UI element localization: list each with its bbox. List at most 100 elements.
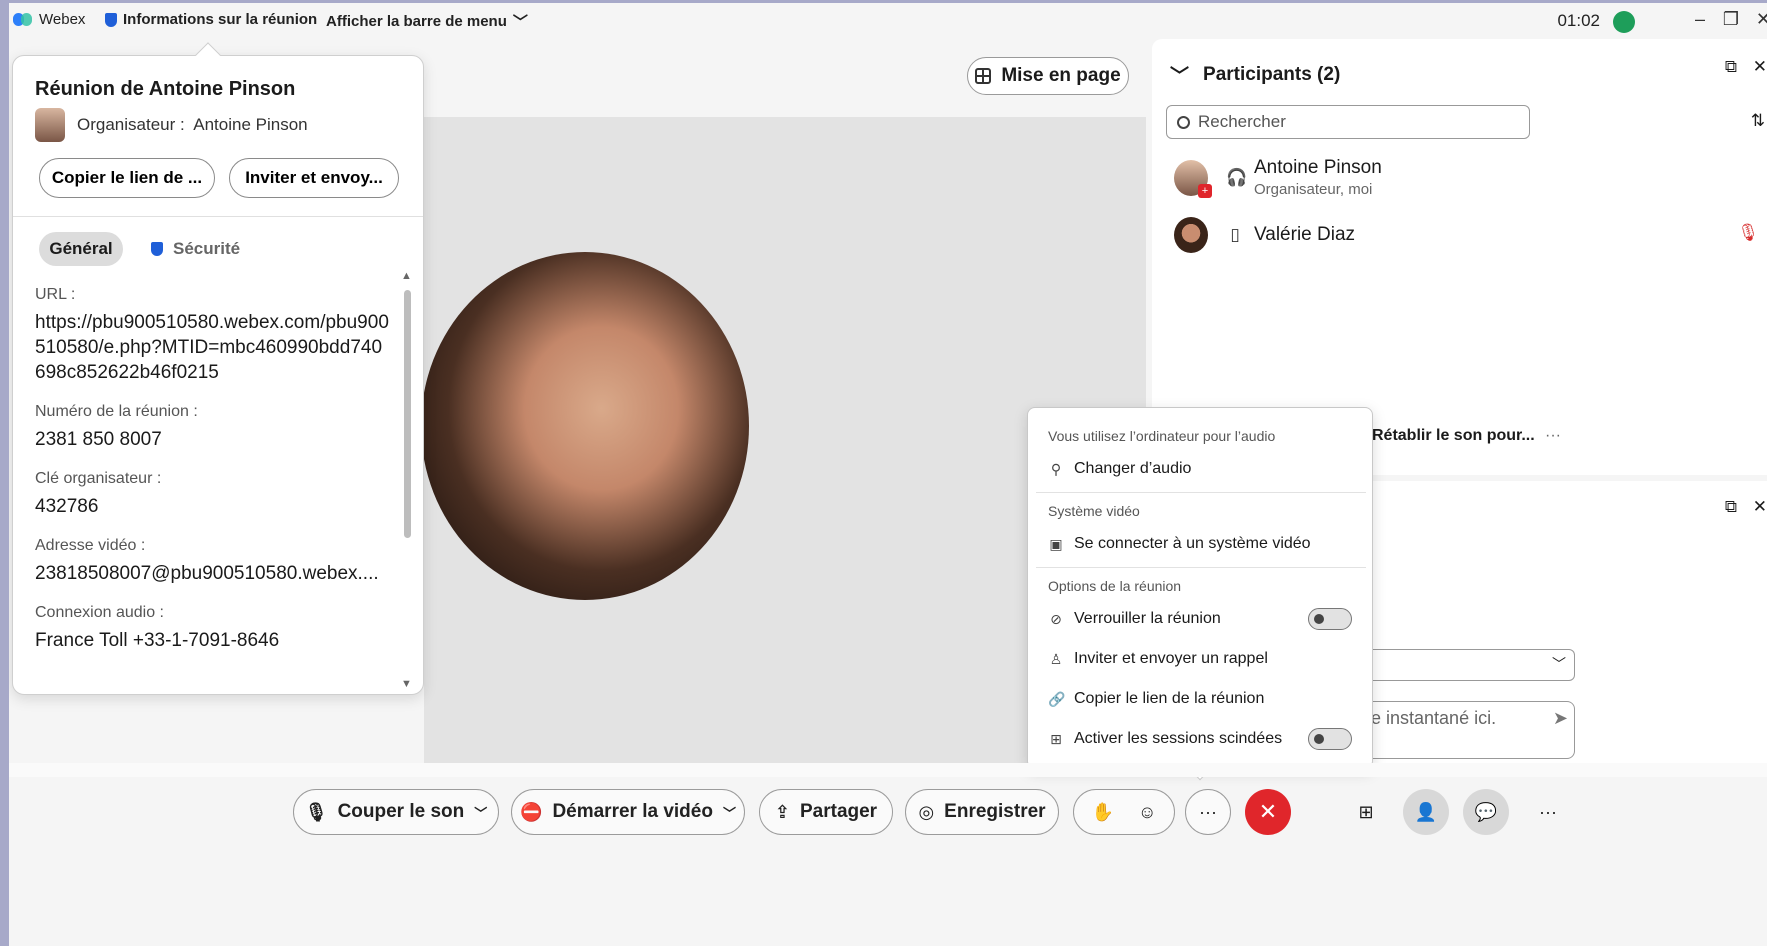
headset-icon: 🎧: [1226, 167, 1248, 187]
apps-button[interactable]: ⊞: [1343, 789, 1389, 835]
chat-icon: 💬: [1474, 801, 1498, 822]
participants-toggle-button[interactable]: 👤: [1403, 789, 1449, 835]
chat-recipient-select[interactable]: ﹀: [1369, 649, 1575, 681]
show-menu-bar-label: Afficher la barre de menu: [326, 13, 507, 30]
more-options-button[interactable]: ···: [1185, 789, 1231, 835]
scroll-down-icon[interactable]: ▼: [401, 678, 412, 690]
chat-toggle-button[interactable]: 💬: [1463, 789, 1509, 835]
webex-window: Webex Informations sur la réunion Affich…: [9, 3, 1767, 946]
host-label: Organisateur :: [77, 115, 185, 134]
meeting-details: URL : https://pbu900510580.webex.com/pbu…: [35, 286, 391, 671]
scroll-up-icon[interactable]: ▲: [401, 270, 412, 282]
chevron-down-icon: ﹀: [512, 14, 528, 31]
share-button[interactable]: ⇪ Partager: [759, 789, 893, 835]
layout-button[interactable]: Mise en page: [967, 57, 1129, 95]
record-icon: ◎: [918, 801, 935, 822]
close-window-icon[interactable]: ✕: [1756, 9, 1767, 30]
mute-label: Couper le son: [337, 801, 465, 822]
invite-button[interactable]: Inviter et envoy...: [229, 158, 399, 198]
host-name: Antoine Pinson: [193, 115, 308, 134]
host-key-value: 432786: [35, 496, 99, 517]
url-label: URL :: [35, 286, 76, 303]
close-icon: ✕: [1258, 799, 1278, 824]
more-options-icon[interactable]: ···: [1545, 427, 1561, 445]
audio-connection-label: Connexion audio :: [35, 604, 164, 621]
chevron-down-icon[interactable]: ﹀: [474, 803, 487, 822]
participant-search-input[interactable]: Rechercher: [1166, 105, 1530, 139]
tab-security-label: Sécurité: [173, 239, 241, 258]
host-avatar: [35, 108, 65, 142]
layout-grid-icon: [975, 68, 992, 84]
more-panels-button[interactable]: ···: [1525, 789, 1571, 835]
record-button[interactable]: ◎ Enregistrer: [905, 789, 1059, 835]
audio-icon: ⚲: [1050, 460, 1062, 477]
more-options-menu: Vous utilisez l’ordinateur pour l’audio …: [1027, 407, 1373, 781]
invite-reminder-label: Inviter et envoyer un rappel: [1074, 650, 1268, 667]
tab-security[interactable]: Sécurité: [151, 239, 240, 259]
participants-icon: 👤: [1414, 801, 1438, 822]
lock-meeting-toggle[interactable]: [1308, 608, 1352, 630]
link-icon: 🔗: [1048, 690, 1066, 707]
popout-icon[interactable]: ⧉: [1725, 57, 1737, 77]
mute-button[interactable]: 🎙 Couper le son ﹀: [293, 789, 499, 835]
unmute-all-label: Rétablir le son pour...: [1372, 427, 1535, 444]
reactions-group: ✋ ☺: [1073, 789, 1175, 835]
muted-mic-icon[interactable]: 🎙: [1737, 223, 1759, 243]
unmute-all-button[interactable]: Rétablir le son pour...: [1372, 427, 1535, 445]
chat-message-input[interactable]: e instantané ici. ➤: [1369, 701, 1575, 759]
share-icon: ⇪: [774, 801, 790, 822]
close-panel-icon[interactable]: ✕: [1753, 497, 1767, 517]
scroll-thumb[interactable]: [404, 290, 411, 538]
copy-link-button[interactable]: Copier le lien de ...: [39, 158, 215, 198]
invite-reminder-item[interactable]: ♙ Inviter et envoyer un rappel: [1048, 650, 1268, 668]
participant-row[interactable]: 🎧 Antoine Pinson Organisateur, moi: [1174, 157, 1382, 198]
meeting-info-popup: Réunion de Antoine Pinson Organisateur :…: [12, 42, 424, 695]
details-scrollbar[interactable]: ▲ ▼: [401, 270, 413, 690]
tab-general[interactable]: Général: [39, 232, 123, 266]
sort-icon[interactable]: ⇅: [1751, 111, 1765, 131]
send-icon[interactable]: ➤: [1553, 708, 1568, 729]
meeting-number-value: 2381 850 8007: [35, 429, 162, 450]
options-section-header: Options de la réunion: [1048, 578, 1182, 594]
chevron-down-icon[interactable]: ﹀: [723, 803, 736, 822]
show-menu-bar-button[interactable]: Afficher la barre de menu ﹀: [326, 11, 528, 32]
connection-signal-icon[interactable]: [1613, 11, 1635, 33]
more-icon: ···: [1539, 801, 1557, 822]
participant-role: Organisateur, moi: [1254, 181, 1373, 198]
search-placeholder: Rechercher: [1198, 112, 1286, 131]
breakout-sessions-toggle[interactable]: [1308, 728, 1352, 750]
device-icon: ▯: [1230, 225, 1240, 244]
audio-section-header: Vous utilisez l’ordinateur pour l’audio: [1048, 428, 1276, 444]
participants-header[interactable]: ﹀ Participants (2): [1170, 61, 1340, 88]
video-address-label: Adresse vidéo :: [35, 537, 146, 554]
meeting-info-button[interactable]: Informations sur la réunion: [105, 11, 317, 28]
connect-video-system-item[interactable]: ▣ Se connecter à un système vidéo: [1048, 535, 1310, 553]
lock-meeting-item[interactable]: ⊘ Verrouiller la réunion: [1048, 610, 1221, 628]
minimize-icon[interactable]: –: [1695, 9, 1705, 30]
copy-meeting-link-item[interactable]: 🔗 Copier le lien de la réunion: [1048, 690, 1264, 708]
popout-icon[interactable]: ⧉: [1725, 497, 1737, 517]
microphone-icon: 🎙: [304, 801, 328, 822]
participant-row[interactable]: ▯ Valérie Diaz: [1174, 217, 1355, 253]
close-panel-icon[interactable]: ✕: [1753, 57, 1767, 77]
share-label: Partager: [799, 801, 878, 822]
meeting-info-label: Informations sur la réunion: [123, 11, 318, 28]
webex-app-menu[interactable]: Webex: [13, 11, 85, 28]
raise-hand-icon[interactable]: ✋: [1092, 802, 1114, 823]
start-video-button[interactable]: ⛔ Démarrer la vidéo ﹀: [511, 789, 745, 835]
emoji-reaction-icon[interactable]: ☺: [1138, 802, 1156, 823]
avatar: [1174, 217, 1208, 253]
webex-logo-icon: [13, 12, 33, 27]
breakout-sessions-item[interactable]: ⊞ Activer les sessions scindées: [1048, 730, 1282, 748]
video-section-header: Système vidéo: [1048, 503, 1140, 519]
url-value[interactable]: https://pbu900510580.webex.com/pbu900510…: [35, 310, 391, 385]
app-name: Webex: [39, 11, 86, 28]
end-call-button[interactable]: ✕: [1245, 789, 1291, 835]
copy-meeting-link-label: Copier le lien de la réunion: [1074, 690, 1265, 707]
breakout-icon: ⊞: [1050, 730, 1062, 747]
shield-icon: [105, 12, 117, 27]
chat-placeholder: e instantané ici.: [1371, 708, 1497, 728]
restore-icon[interactable]: ❐: [1723, 9, 1739, 30]
change-audio-item[interactable]: ⚲ Changer d’audio: [1048, 460, 1192, 478]
participants-title: Participants (2): [1203, 63, 1341, 85]
